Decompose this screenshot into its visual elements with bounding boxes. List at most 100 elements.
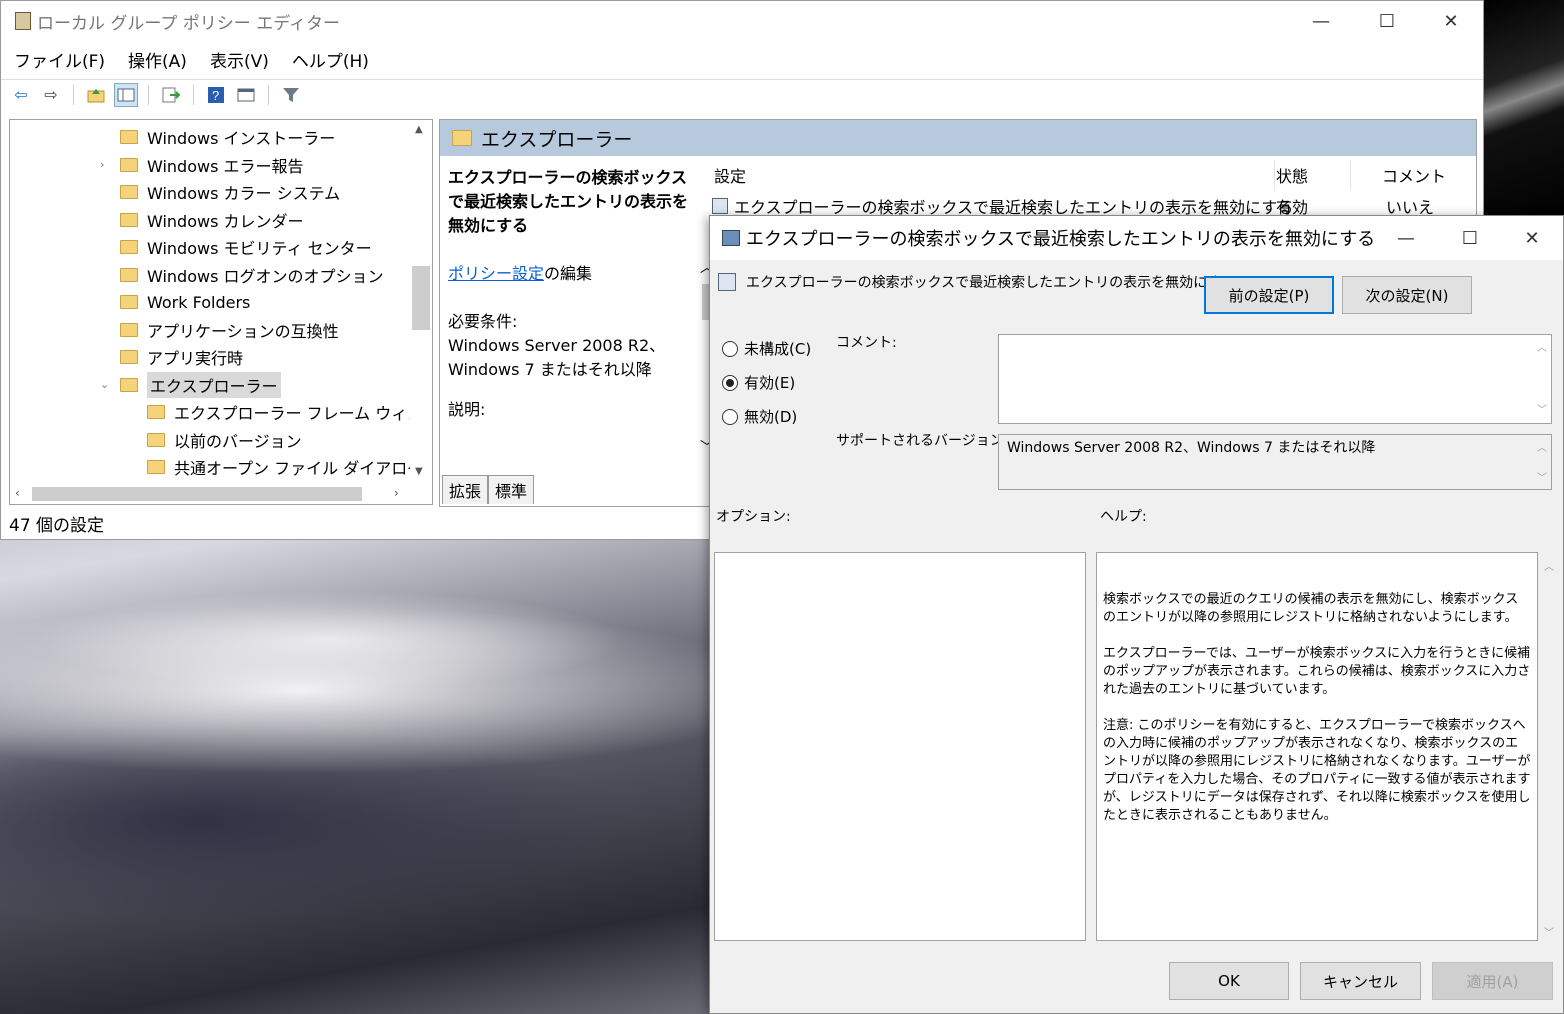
tree-item[interactable]: Work Folders (120, 289, 250, 315)
supported-scrollbar[interactable]: ︿ ﹀ (1533, 435, 1551, 489)
tree-item[interactable]: アプリ実行時 (120, 344, 243, 370)
dialog-minimize-button[interactable]: — (1374, 218, 1438, 258)
tree-item-label: Windows インストーラー (147, 129, 336, 148)
radio-option[interactable]: 有効(E) (722, 372, 795, 393)
menu-action[interactable]: 操作(A) (115, 47, 197, 72)
scroll-down-icon[interactable]: ▼ (415, 466, 423, 477)
forward-arrow-icon[interactable]: ⇨ (39, 83, 63, 107)
toolbar-separator (268, 84, 269, 105)
dialog-maximize-button[interactable]: ☐ (1438, 218, 1502, 258)
previous-setting-button[interactable]: 前の設定(P) (1204, 276, 1334, 314)
view-tabs: 拡張 標準 (442, 475, 535, 504)
tree-horizontal-scrollbar[interactable]: ‹ › (10, 484, 412, 504)
gpedit-app-icon (15, 12, 31, 30)
tree-scroll-thumb[interactable] (412, 266, 430, 330)
column-comment[interactable]: コメント (1382, 163, 1446, 187)
tree-item[interactable]: Windows インストーラー (120, 124, 335, 150)
menu-bar: ファイル(F) 操作(A) 表示(V) ヘルプ(H) (1, 43, 379, 75)
dialog-title-bar[interactable]: エクスプローラーの検索ボックスで最近検索したエントリの表示を無効にする — ☐ … (710, 216, 1563, 260)
policy-tree: Windows インストーラー › Windows エラー報告 Windows カラー… (9, 119, 433, 505)
radio-label: 無効(D) (744, 408, 798, 426)
tree-item[interactable]: アプリケーションの互換性 (120, 317, 339, 343)
tree-item[interactable]: 以前のバージョン (147, 427, 302, 453)
policy-setting-dialog: エクスプローラーの検索ボックスで最近検索したエントリの表示を無効にする — ☐ … (709, 215, 1564, 1014)
tab-standard[interactable]: 標準 (488, 475, 535, 504)
properties-icon[interactable] (234, 83, 258, 107)
tree-item-label: Windows エラー報告 (147, 156, 304, 176)
column-setting[interactable]: 設定 (714, 163, 746, 187)
tree-vertical-scrollbar[interactable]: ▲ ▼ (410, 120, 432, 504)
menu-view[interactable]: 表示(V) (197, 47, 279, 72)
tree-item-label: アプリ実行時 (147, 349, 244, 368)
tree-item[interactable]: ⌄ エクスプローラー (100, 371, 281, 398)
tree-item[interactable]: Windows モビリティ センター (120, 234, 372, 260)
pane-header-title: エクスプローラー (481, 128, 633, 151)
comment-scrollbar[interactable]: ︿ ﹀ (1533, 335, 1551, 423)
desktop-wallpaper (1484, 0, 1564, 220)
back-arrow-icon[interactable]: ⇦ (9, 83, 33, 107)
radio-option[interactable]: 無効(D) (722, 406, 797, 427)
radio-option[interactable]: 未構成(C) (722, 338, 811, 359)
tree-item-label: 以前のバージョン (174, 431, 302, 451)
radio-button-icon[interactable] (722, 340, 738, 357)
tree-item-label: Work Folders (147, 292, 251, 312)
tree-item-label: アプリケーションの互換性 (147, 321, 339, 341)
scroll-left-icon[interactable]: ‹ (15, 486, 20, 500)
folder-icon (120, 185, 138, 199)
scroll-up-icon[interactable]: ▲ (415, 124, 423, 135)
menu-help[interactable]: ヘルプ(H) (279, 47, 379, 72)
column-state[interactable]: 状態 (1276, 163, 1308, 187)
radio-label: 有効(E) (744, 374, 796, 392)
help-panel: 検索ボックスでの最近のクエリの候補の表示を無効にし、検索ボックスのエントリが以降… (1096, 552, 1538, 941)
tree-item-label: Windows ログオンのオプション (147, 266, 384, 286)
close-button[interactable]: ✕ (1419, 1, 1483, 41)
tree-item[interactable]: Windows カレンダー (120, 207, 304, 233)
folder-icon (147, 432, 165, 447)
next-setting-button[interactable]: 次の設定(N) (1342, 276, 1472, 314)
radio-button-icon[interactable] (722, 374, 738, 391)
tab-extended[interactable]: 拡張 (442, 475, 489, 504)
edit-policy-link[interactable]: ポリシー設定 (448, 264, 544, 283)
status-bar-text: 47 個の設定 (9, 516, 105, 536)
scroll-right-icon[interactable]: › (394, 486, 399, 500)
help-icon[interactable]: ? (204, 83, 228, 107)
tree-item[interactable]: › Windows エラー報告 (100, 152, 304, 178)
folder-icon (120, 240, 138, 254)
dialog-close-button[interactable]: ✕ (1500, 218, 1564, 258)
tree-hscroll-thumb[interactable] (32, 487, 362, 501)
settings-list-header: 設定 状態 コメント (710, 160, 1476, 190)
up-folder-icon[interactable] (84, 83, 108, 107)
folder-icon (120, 377, 138, 392)
toolbar-separator (73, 84, 74, 105)
description-title: エクスプローラーの検索ボックスで最近検索したエントリの表示を無効にする (448, 168, 689, 235)
export-list-icon[interactable] (159, 83, 183, 107)
menu-file[interactable]: ファイル(F) (1, 47, 115, 72)
collapse-arrow-icon[interactable]: ⌄ (100, 378, 109, 391)
maximize-button[interactable]: ☐ (1355, 1, 1419, 41)
ok-button[interactable]: OK (1169, 962, 1289, 1000)
expand-arrow-icon[interactable]: › (100, 158, 104, 171)
folder-icon (120, 212, 138, 227)
folder-icon (452, 130, 472, 146)
dialog-title: エクスプローラーの検索ボックスで最近検索したエントリの表示を無効にする (746, 229, 1376, 250)
tree-item-label: 共通オープン ファイル ダイアログ (174, 459, 424, 478)
dialog-policy-name: エクスプローラーの検索ボックスで最近検索したエントリの表示を無効にする (718, 272, 1235, 292)
tree-item[interactable]: エクスプローラー フレーム ウィンドウ (147, 399, 432, 425)
title-bar[interactable]: ローカル グループ ポリシー エディター — ☐ ✕ (1, 1, 1483, 41)
tree-item[interactable]: 共通オープン ファイル ダイアログ (147, 454, 423, 480)
radio-button-icon[interactable] (722, 408, 738, 425)
cancel-button[interactable]: キャンセル (1300, 962, 1421, 1000)
svg-text:?: ? (212, 88, 219, 103)
tree-item[interactable]: Windows カラー システム (120, 179, 340, 205)
comment-label: コメント: (836, 335, 897, 351)
description-label: 説明: (448, 400, 486, 419)
comment-textarea[interactable]: ︿ ﹀ (998, 334, 1552, 424)
tree-item-label: Windows カレンダー (147, 211, 304, 231)
help-scrollbar[interactable]: ︿ ﹀ (1540, 554, 1560, 942)
tree-item[interactable]: Windows ログオンのオプション (120, 262, 384, 288)
show-hide-tree-icon[interactable] (114, 82, 138, 107)
folder-icon (120, 350, 138, 364)
apply-button[interactable]: 適用(A) (1432, 962, 1553, 1000)
minimize-button[interactable]: — (1289, 1, 1353, 41)
filter-icon[interactable] (279, 83, 303, 107)
